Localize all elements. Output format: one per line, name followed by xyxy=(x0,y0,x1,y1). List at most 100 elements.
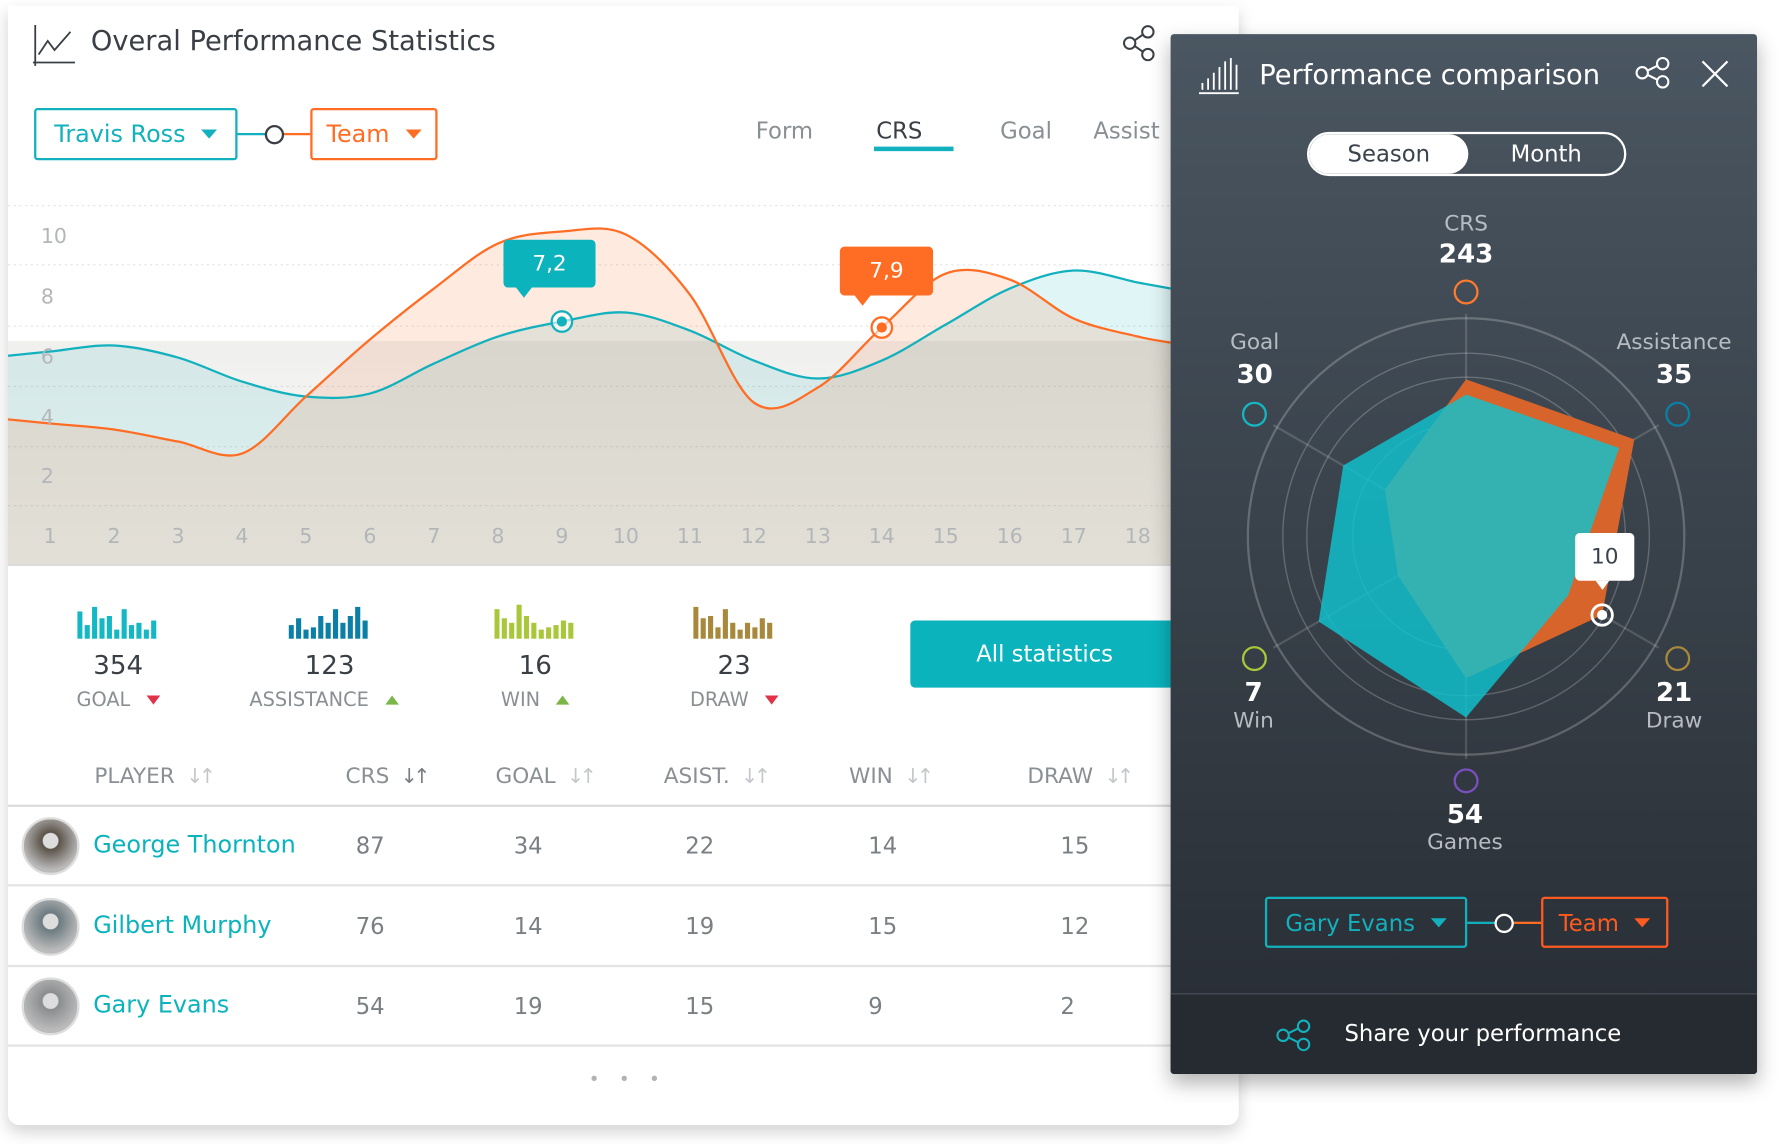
radar-value-games: 54 xyxy=(1446,800,1484,830)
assistance-mini-bar-icon xyxy=(288,606,368,639)
table-cell: 14 xyxy=(868,831,898,860)
table-cell: 2 xyxy=(1060,992,1075,1020)
connector-node xyxy=(1494,913,1514,934)
trend-up-icon xyxy=(384,695,399,705)
table-row[interactable]: Gilbert Murphy 76 14 19 15 12 xyxy=(7,887,1171,967)
x-tick: 12 xyxy=(740,525,767,549)
column-header[interactable]: CRS ↓↑ xyxy=(345,763,431,789)
column-header[interactable]: ASIST. ↓↑ xyxy=(664,764,771,789)
table-cell: 12 xyxy=(1060,912,1090,940)
compare-player-select[interactable]: Gary Evans xyxy=(1264,896,1468,948)
stat-value: 123 xyxy=(304,651,355,681)
table-row[interactable]: Gary Evans 54 19 15 9 2 xyxy=(7,967,1171,1047)
mini-bar xyxy=(84,625,90,639)
radar-label-assistance: Assistance xyxy=(1616,329,1732,355)
column-header-label: PLAYER xyxy=(94,763,175,789)
mini-bar xyxy=(355,606,361,639)
x-tick: 15 xyxy=(932,525,959,549)
radar-value-crs: 243 xyxy=(1438,239,1494,270)
mini-bar xyxy=(92,606,98,639)
sort-icon[interactable]: ↓↑ xyxy=(1104,764,1134,788)
stat-label-text: ASSISTANCE xyxy=(249,688,369,712)
player-name-link[interactable]: Gary Evans xyxy=(93,991,229,1018)
sort-icon[interactable]: ↓↑ xyxy=(904,764,934,788)
tooltip-arrow xyxy=(1595,580,1610,590)
mini-bar xyxy=(296,618,302,639)
avatar xyxy=(21,897,80,956)
x-tick: 11 xyxy=(676,525,703,549)
x-tick: 4 xyxy=(235,525,249,549)
stat-label-text: WIN xyxy=(500,688,541,712)
mini-bar xyxy=(708,615,714,639)
trend-up-icon xyxy=(556,695,570,705)
y-tick: 6 xyxy=(40,345,54,370)
table-cell: 34 xyxy=(513,831,543,860)
mini-bar xyxy=(347,615,353,639)
x-tick: 16 xyxy=(996,525,1023,549)
mini-bar xyxy=(509,622,515,639)
radar-axis-marker[interactable] xyxy=(1665,646,1691,672)
mini-bar xyxy=(340,622,346,639)
column-header[interactable]: WIN ↓↑ xyxy=(848,763,934,789)
stat-value: 16 xyxy=(518,651,552,681)
player-name-link[interactable]: George Thornton xyxy=(93,831,296,858)
mini-bar xyxy=(523,615,530,639)
radar-value-win: 7 xyxy=(1244,678,1263,709)
y-tick: 4 xyxy=(40,405,54,430)
sort-icon[interactable]: ↓↑ xyxy=(567,764,597,788)
x-tick: 7 xyxy=(427,525,441,549)
column-header-label: CRS xyxy=(345,763,390,789)
table-cell: 54 xyxy=(355,992,385,1020)
stat-label: GOAL xyxy=(16,689,221,711)
x-tick: 9 xyxy=(555,525,569,549)
sort-icon[interactable]: ↓↑ xyxy=(741,764,771,788)
radar-axis-marker[interactable] xyxy=(1241,646,1267,672)
table-cell: 15 xyxy=(1060,831,1090,860)
column-header-label: WIN xyxy=(848,763,893,789)
mini-bar xyxy=(531,622,537,639)
mini-bar xyxy=(722,609,728,639)
share-icon xyxy=(1276,1019,1311,1052)
mini-bar xyxy=(114,629,120,639)
column-header[interactable]: DRAW ↓↑ xyxy=(1027,763,1134,789)
x-tick: 13 xyxy=(804,525,831,549)
column-header[interactable]: PLAYER ↓↑ xyxy=(94,763,216,789)
radar-axis-marker[interactable] xyxy=(1453,279,1479,305)
radar-axis-marker[interactable] xyxy=(1453,768,1479,794)
radar-value-draw: 21 xyxy=(1655,678,1693,709)
sort-icon[interactable]: ↓↑ xyxy=(401,764,431,788)
table-row[interactable]: George Thornton 87 34 22 14 15 xyxy=(7,807,1171,887)
pagination-dots[interactable]: • • • xyxy=(589,1068,667,1090)
column-header[interactable]: GOAL ↓↑ xyxy=(496,764,597,789)
table-cell: 19 xyxy=(513,992,543,1020)
stat-label: DRAW xyxy=(632,688,837,712)
compare-player-value: Gary Evans xyxy=(1285,908,1415,936)
mini-bar xyxy=(568,622,574,639)
radar-axis-marker[interactable] xyxy=(1241,401,1267,427)
mini-bar xyxy=(538,629,544,639)
table-cell: 15 xyxy=(868,912,898,940)
tooltip-arrow xyxy=(515,287,532,298)
share-footer[interactable]: Share your performance xyxy=(1170,993,1758,1074)
stat-label-text: DRAW xyxy=(689,688,749,712)
win-mini-bar-icon xyxy=(494,604,574,639)
table-cell: 76 xyxy=(355,912,385,940)
column-header-label: DRAW xyxy=(1027,763,1094,789)
table-cell: 22 xyxy=(685,831,715,860)
all-statistics-button[interactable]: All statistics xyxy=(910,620,1184,688)
radar-label-draw: Draw xyxy=(1645,708,1703,734)
tooltip-team: 7,9 xyxy=(839,246,934,296)
radar-axis-marker[interactable] xyxy=(1665,401,1691,427)
sort-icon[interactable]: ↓↑ xyxy=(186,764,216,788)
chevron-down-icon xyxy=(1430,917,1447,927)
x-tick: 10 xyxy=(612,525,639,549)
mini-bar xyxy=(546,627,552,639)
mini-bar xyxy=(752,627,758,639)
divider xyxy=(7,563,1171,566)
mini-bar xyxy=(288,625,294,639)
mini-bar xyxy=(759,618,765,639)
trend-down-icon xyxy=(146,695,160,705)
share-label: Share your performance xyxy=(1344,1019,1622,1047)
compare-team-select[interactable]: Team xyxy=(1541,896,1669,948)
player-name-link[interactable]: Gilbert Murphy xyxy=(93,911,271,938)
